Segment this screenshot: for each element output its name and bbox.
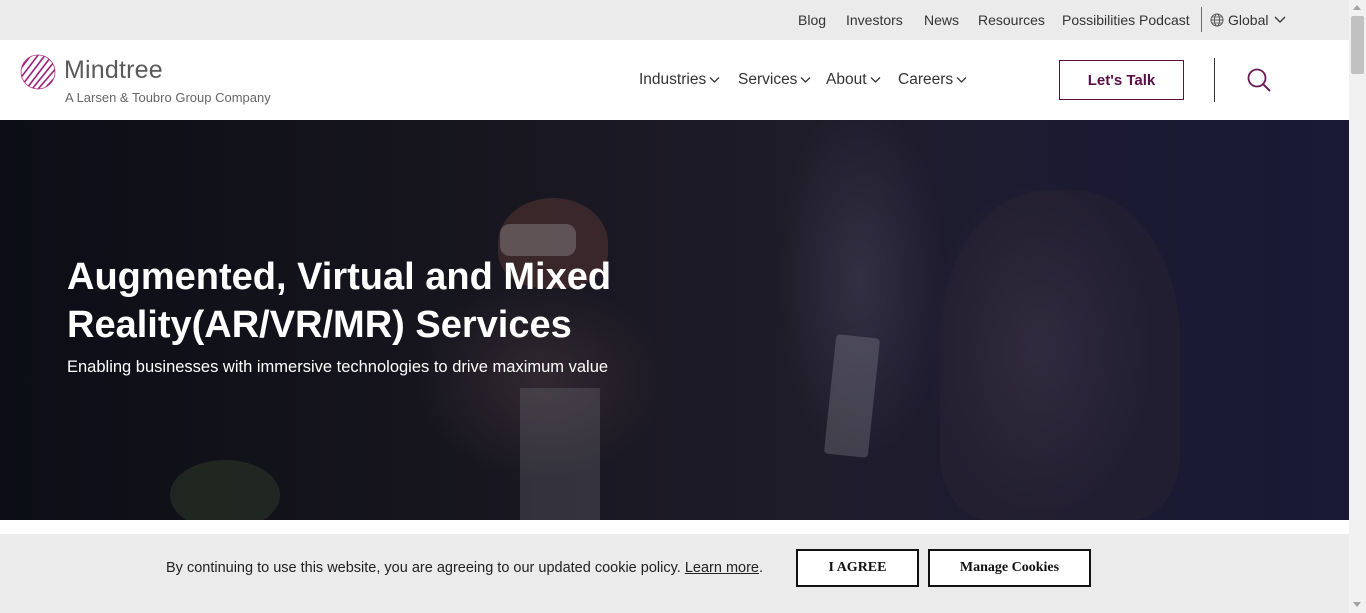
util-link-resources[interactable]: Resources	[978, 12, 1045, 28]
brand-tagline: A Larsen & Toubro Group Company	[65, 90, 271, 105]
nav-careers[interactable]: Careers	[898, 71, 967, 89]
region-label: Global	[1228, 12, 1269, 28]
region-selector[interactable]: Global	[1210, 12, 1290, 28]
scrollbar-thumb[interactable]	[1351, 16, 1364, 74]
search-icon[interactable]	[1246, 67, 1272, 98]
chevron-down-icon	[956, 77, 967, 83]
cookie-banner-body: By continuing to use this website, you a…	[0, 534, 1349, 613]
nav-industries[interactable]: Industries	[639, 71, 720, 89]
nav-label: Industries	[639, 71, 707, 88]
hero-banner: Augmented, Virtual and Mixed Reality(AR/…	[0, 120, 1349, 520]
globe-icon	[1210, 13, 1224, 27]
scroll-down-arrow[interactable]	[1353, 602, 1361, 607]
chevron-down-icon	[800, 77, 811, 83]
util-link-news[interactable]: News	[924, 12, 959, 28]
hero-image-plant	[170, 460, 280, 520]
utility-divider	[1201, 7, 1202, 32]
mindtree-logo-icon[interactable]	[20, 54, 56, 95]
agree-button[interactable]: I AGREE	[796, 549, 919, 587]
learn-more-link[interactable]: Learn more	[685, 560, 759, 576]
utility-bar: Blog Investors News Resources Possibilit…	[0, 0, 1349, 40]
nav-services[interactable]: Services	[738, 71, 811, 89]
cookie-message: By continuing to use this website, you a…	[166, 560, 763, 576]
cookie-period: .	[759, 560, 764, 576]
chevron-down-icon	[1274, 16, 1286, 24]
nav-label: About	[826, 71, 867, 88]
hero-title: Augmented, Virtual and Mixed Reality(AR/…	[67, 256, 612, 346]
scroll-up-arrow[interactable]	[1353, 5, 1361, 10]
lets-talk-button[interactable]: Let's Talk	[1059, 60, 1184, 100]
chevron-down-icon	[709, 77, 720, 83]
util-link-podcast[interactable]: Possibilities Podcast	[1062, 12, 1190, 28]
hero-subtitle: Enabling businesses with immersive techn…	[67, 358, 609, 376]
util-link-investors[interactable]: Investors	[846, 12, 903, 28]
cookie-banner: By continuing to use this website, you a…	[0, 520, 1349, 613]
hero-image-tablet	[823, 334, 881, 458]
brand-name: Mindtree	[64, 56, 163, 84]
nav-label: Careers	[898, 71, 954, 88]
hero-image-headset	[500, 224, 576, 256]
util-link-blog[interactable]: Blog	[798, 12, 826, 28]
manage-cookies-button[interactable]: Manage Cookies	[928, 549, 1091, 587]
chevron-down-icon	[870, 77, 880, 83]
hero-image-person	[940, 190, 1180, 520]
scrollbar-track[interactable]	[1349, 0, 1366, 613]
nav-about[interactable]: About	[826, 71, 881, 89]
header-divider	[1214, 58, 1215, 102]
site-header: Mindtree A Larsen & Toubro Group Company…	[0, 40, 1349, 120]
nav-label: Services	[738, 71, 798, 88]
hero-image-model	[520, 388, 600, 520]
cookie-text: By continuing to use this website, you a…	[166, 560, 681, 576]
